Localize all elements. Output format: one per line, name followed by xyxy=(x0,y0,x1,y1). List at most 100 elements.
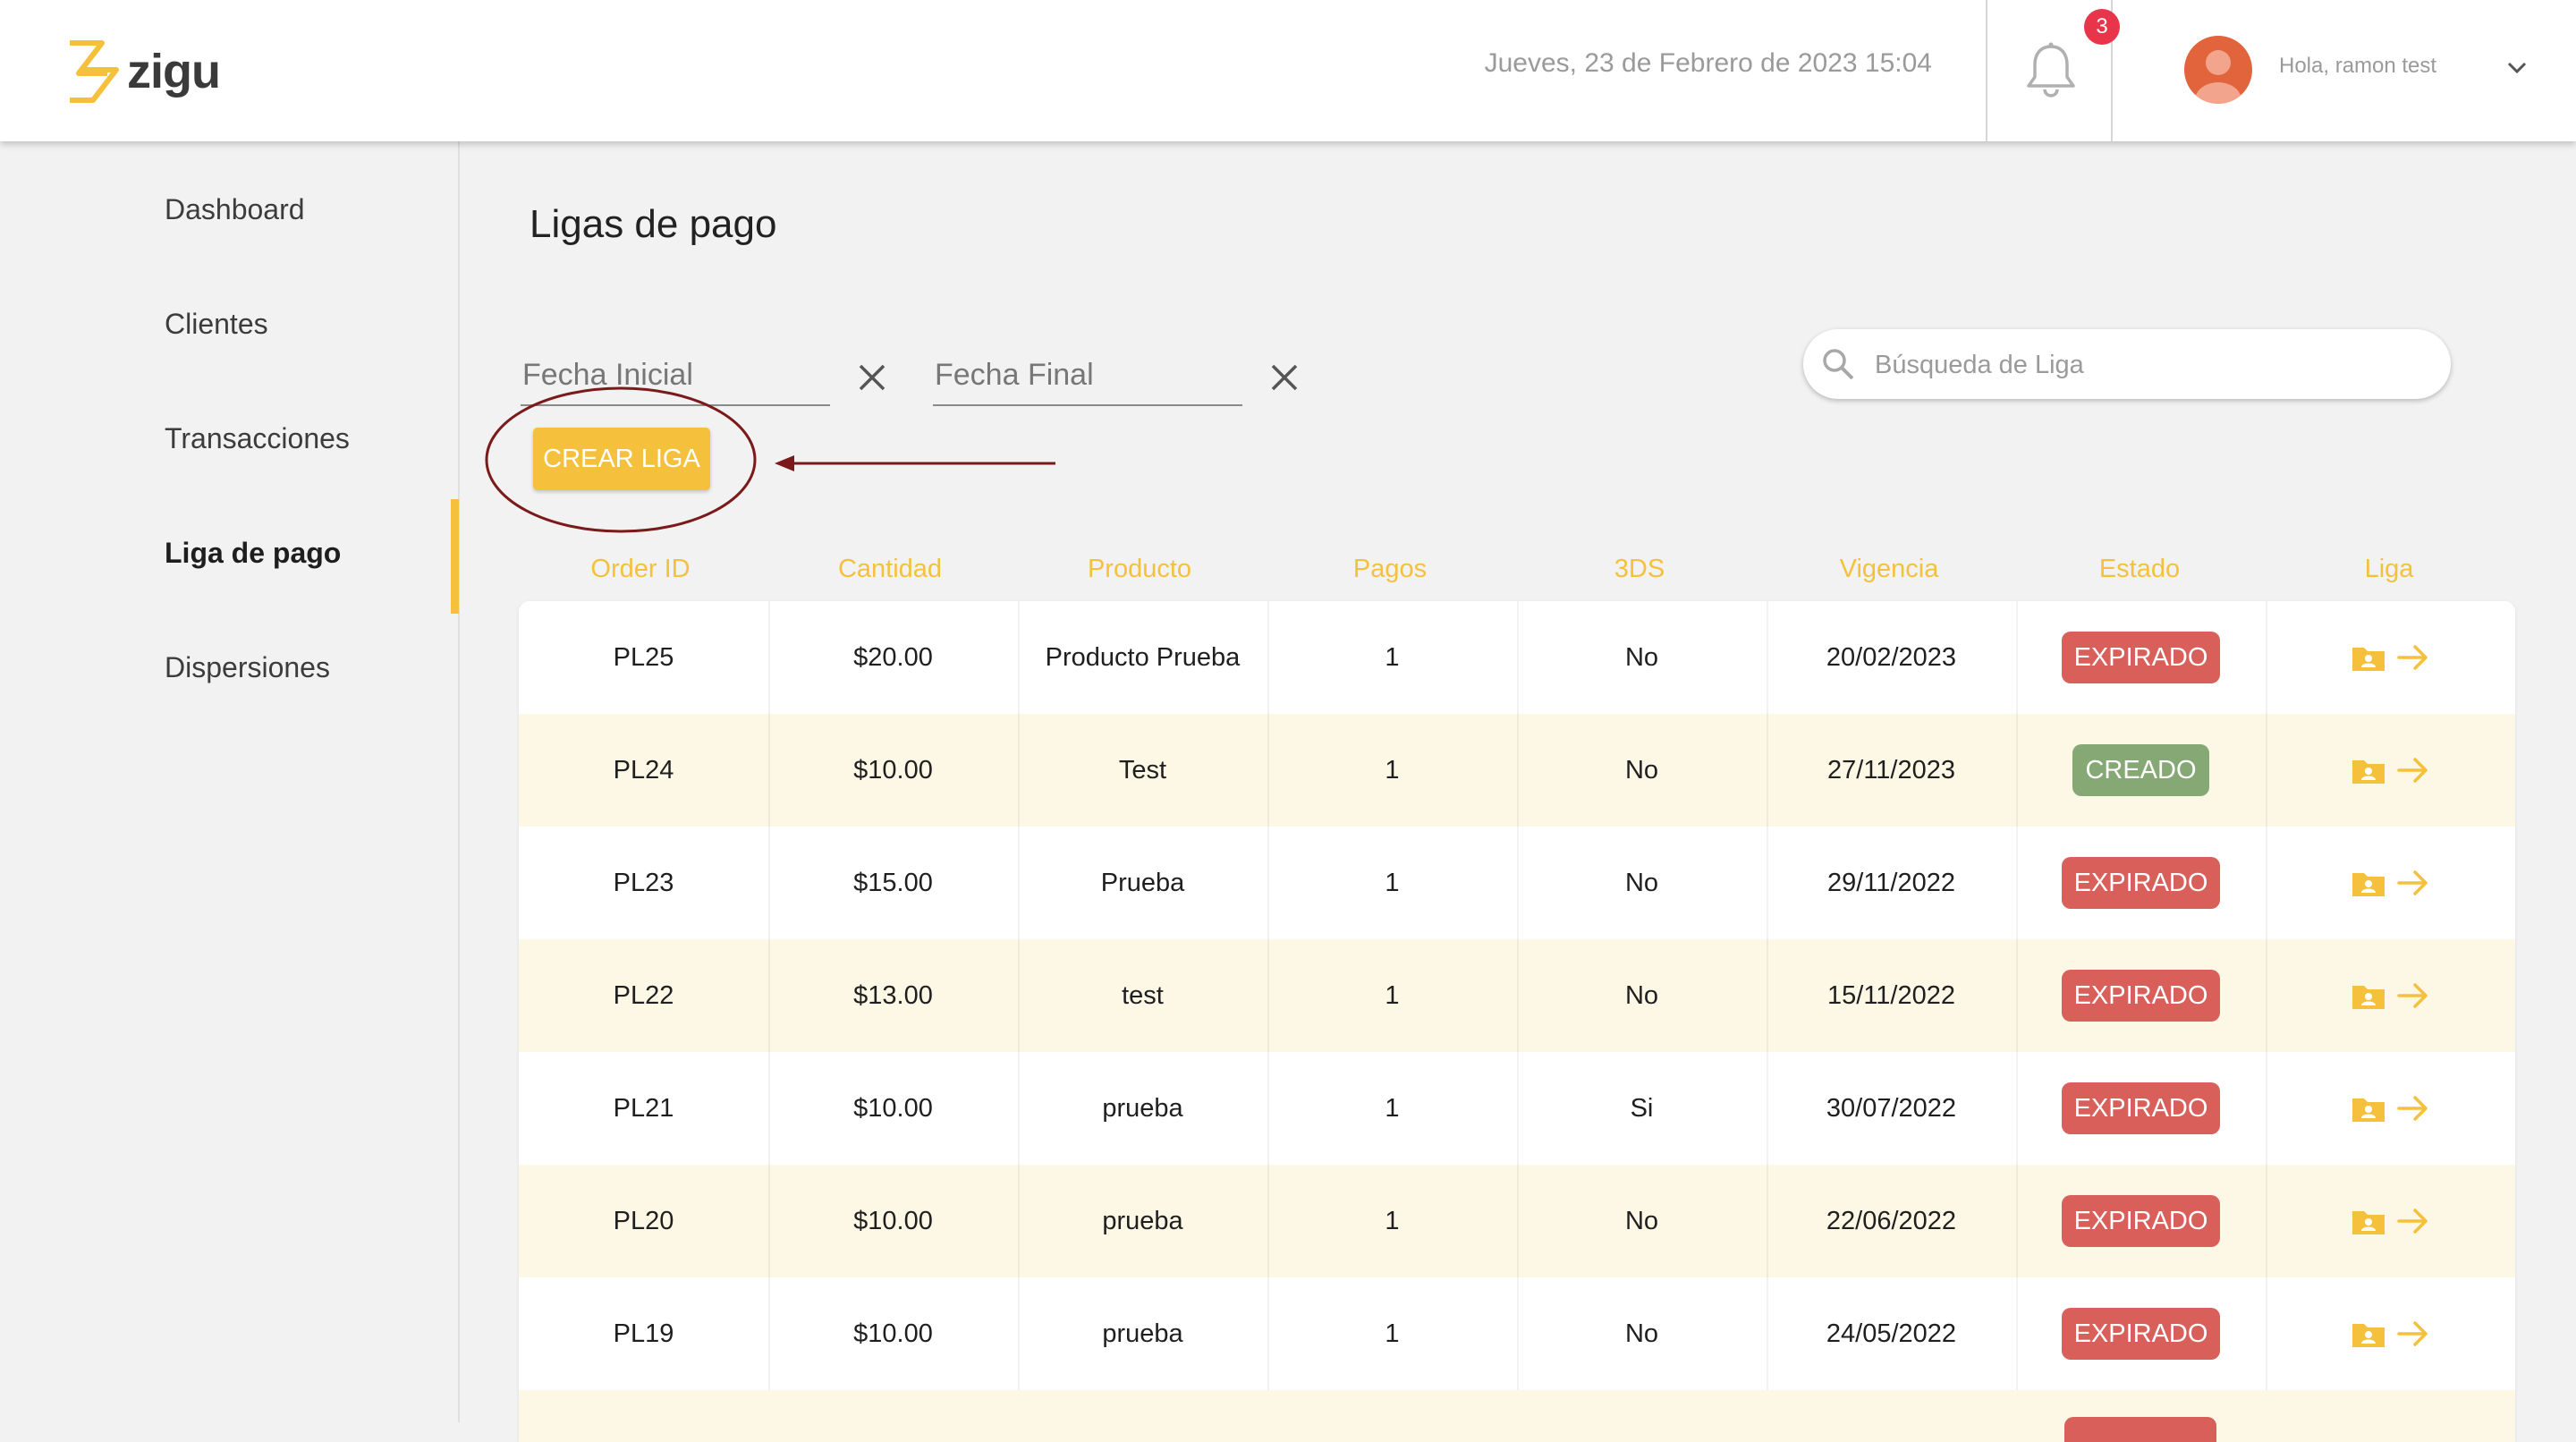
arrow-right-icon[interactable] xyxy=(2394,751,2432,789)
estado-cell: CREADO xyxy=(2016,714,2266,827)
search-placeholder: Búsqueda de Liga xyxy=(1875,351,2084,379)
cantidad-cell: $10.00 xyxy=(853,1093,933,1123)
column-header-3ds[interactable]: 3DS xyxy=(1514,555,1765,584)
crear-liga-button[interactable]: CREAR LIGA xyxy=(533,428,710,490)
status-badge: EXPIRADO xyxy=(2061,1308,2221,1360)
3ds-cell: No xyxy=(1624,980,1659,1010)
sidebar-item-liga-de-pago[interactable]: Liga de pago xyxy=(165,537,341,570)
order-id-cell: PL25 xyxy=(613,642,674,672)
table-row[interactable]: PL19 $10.00 prueba 1 No 24/05/2022 EXPIRADO xyxy=(519,1277,2515,1390)
column-header-producto[interactable]: Producto xyxy=(1014,555,1265,584)
clear-fecha-final-icon[interactable] xyxy=(1268,361,1301,394)
column-header-cantidad[interactable]: Cantidad xyxy=(765,555,1015,584)
folder-user-icon[interactable] xyxy=(2350,751,2387,789)
fecha-final-field[interactable]: Fecha Final xyxy=(933,352,1242,406)
folder-user-icon[interactable] xyxy=(2350,1090,2387,1127)
bell-icon[interactable] xyxy=(2023,41,2079,98)
arrow-right-icon[interactable] xyxy=(2394,1315,2432,1353)
producto-cell: Prueba xyxy=(1100,868,1185,897)
liga-actions xyxy=(2350,1202,2432,1240)
liga-actions xyxy=(2350,1315,2432,1353)
pagos-cell: 1 xyxy=(1385,980,1400,1010)
folder-user-icon[interactable] xyxy=(2350,1315,2387,1353)
column-header-vigencia[interactable]: Vigencia xyxy=(1764,555,2014,584)
arrow-right-icon[interactable] xyxy=(2394,977,2432,1014)
clear-fecha-inicial-icon[interactable] xyxy=(856,361,888,394)
active-nav-indicator xyxy=(451,499,459,614)
column-header-pagos[interactable]: Pagos xyxy=(1265,555,1515,584)
pagos-cell: 1 xyxy=(1385,868,1400,897)
3ds-cell: Si xyxy=(1630,1093,1654,1123)
payment-links-table: PL25 $20.00 Producto Prueba 1 No 20/02/2023 EX… xyxy=(519,601,2515,1442)
pagos-cell: 1 xyxy=(1385,1319,1400,1348)
folder-user-icon[interactable] xyxy=(2350,1202,2387,1240)
vigencia-cell: 20/02/2023 xyxy=(1826,642,1957,672)
table-row[interactable]: PL20 $10.00 prueba 1 No 22/06/2022 EXPIRADO xyxy=(519,1165,2515,1277)
table-row[interactable]: PL23 $15.00 Prueba 1 No 29/11/2022 EXPIRADO xyxy=(519,827,2515,939)
table-row[interactable]: PL25 $20.00 Producto Prueba 1 No 20/02/2023 EX… xyxy=(519,601,2515,714)
cantidad-cell: $10.00 xyxy=(853,1319,933,1348)
arrow-right-icon[interactable] xyxy=(2394,1090,2432,1127)
estado-cell: EXPIRADO xyxy=(2016,939,2266,1052)
user-greeting[interactable]: Hola, ramon test xyxy=(2279,54,2436,79)
folder-user-icon[interactable] xyxy=(2350,639,2387,676)
chevron-down-icon[interactable] xyxy=(2504,55,2529,81)
folder-user-icon[interactable] xyxy=(2350,864,2387,902)
table-row[interactable] xyxy=(519,1390,2515,1442)
annotation-arrow-head xyxy=(775,455,794,471)
3ds-cell: No xyxy=(1624,642,1659,672)
search-input[interactable]: Búsqueda de Liga xyxy=(1803,329,2451,399)
status-badge: EXPIRADO xyxy=(2061,1082,2221,1134)
liga-actions xyxy=(2350,977,2432,1014)
sidebar-item-clientes[interactable]: Clientes xyxy=(165,308,268,341)
fecha-inicial-field[interactable]: Fecha Inicial xyxy=(521,352,830,406)
estado-cell: EXPIRADO xyxy=(2016,601,2266,714)
estado-cell: EXPIRADO xyxy=(2016,1165,2266,1277)
top-header: zigu Jueves, 23 de Febrero de 2023 15:04… xyxy=(0,0,2576,141)
arrow-right-icon[interactable] xyxy=(2394,639,2432,676)
estado-cell: EXPIRADO xyxy=(2016,1277,2266,1390)
sidebar-item-dashboard[interactable]: Dashboard xyxy=(165,193,305,226)
producto-cell: Producto Prueba xyxy=(1045,642,1241,672)
order-id-cell: PL19 xyxy=(613,1319,674,1348)
arrow-right-icon[interactable] xyxy=(2394,1202,2432,1240)
column-header-liga[interactable]: Liga xyxy=(2264,555,2514,584)
table-row[interactable]: PL24 $10.00 Test 1 No 27/11/2023 CREADO xyxy=(519,714,2515,827)
producto-cell: prueba xyxy=(1102,1319,1183,1348)
pagos-cell: 1 xyxy=(1385,642,1400,672)
3ds-cell: No xyxy=(1624,868,1659,897)
order-id-cell: PL21 xyxy=(613,1093,674,1123)
zigu-logo-icon xyxy=(70,40,119,103)
vigencia-cell: 22/06/2022 xyxy=(1826,1206,1957,1235)
arrow-right-icon[interactable] xyxy=(2394,864,2432,902)
folder-user-icon[interactable] xyxy=(2350,977,2387,1014)
cantidad-cell: $10.00 xyxy=(853,755,933,785)
liga-cell xyxy=(2266,827,2515,939)
liga-cell xyxy=(2266,714,2515,827)
producto-cell: prueba xyxy=(1102,1206,1183,1235)
vigencia-cell: 24/05/2022 xyxy=(1826,1319,1957,1348)
vigencia-cell: 15/11/2022 xyxy=(1827,980,1955,1010)
sidebar-item-transacciones[interactable]: Transacciones xyxy=(165,422,350,455)
cantidad-cell: $13.00 xyxy=(853,980,933,1010)
status-badge: EXPIRADO xyxy=(2061,632,2221,683)
order-id-cell: PL22 xyxy=(613,980,674,1010)
liga-cell xyxy=(2266,1052,2515,1165)
status-badge: EXPIRADO xyxy=(2061,970,2221,1022)
liga-cell xyxy=(2266,939,2515,1052)
avatar[interactable] xyxy=(2184,36,2252,104)
table-row[interactable]: PL22 $13.00 test 1 No 15/11/2022 EXPIRADO xyxy=(519,939,2515,1052)
brand-logo[interactable]: zigu xyxy=(66,36,221,107)
vigencia-cell: 29/11/2022 xyxy=(1827,868,1955,897)
sidebar-item-dispersiones[interactable]: Dispersiones xyxy=(165,651,330,684)
producto-cell: test xyxy=(1122,980,1164,1010)
column-header-order-id[interactable]: Order ID xyxy=(515,555,766,584)
fecha-final-placeholder: Fecha Final xyxy=(935,358,1094,392)
brand-name: zigu xyxy=(127,45,221,98)
producto-cell: prueba xyxy=(1102,1093,1183,1123)
3ds-cell: No xyxy=(1624,1206,1659,1235)
liga-cell xyxy=(2266,1165,2515,1277)
cantidad-cell: $20.00 xyxy=(853,642,933,672)
table-row[interactable]: PL21 $10.00 prueba 1 Si 30/07/2022 EXPIRADO xyxy=(519,1052,2515,1165)
column-header-estado[interactable]: Estado xyxy=(2014,555,2265,584)
